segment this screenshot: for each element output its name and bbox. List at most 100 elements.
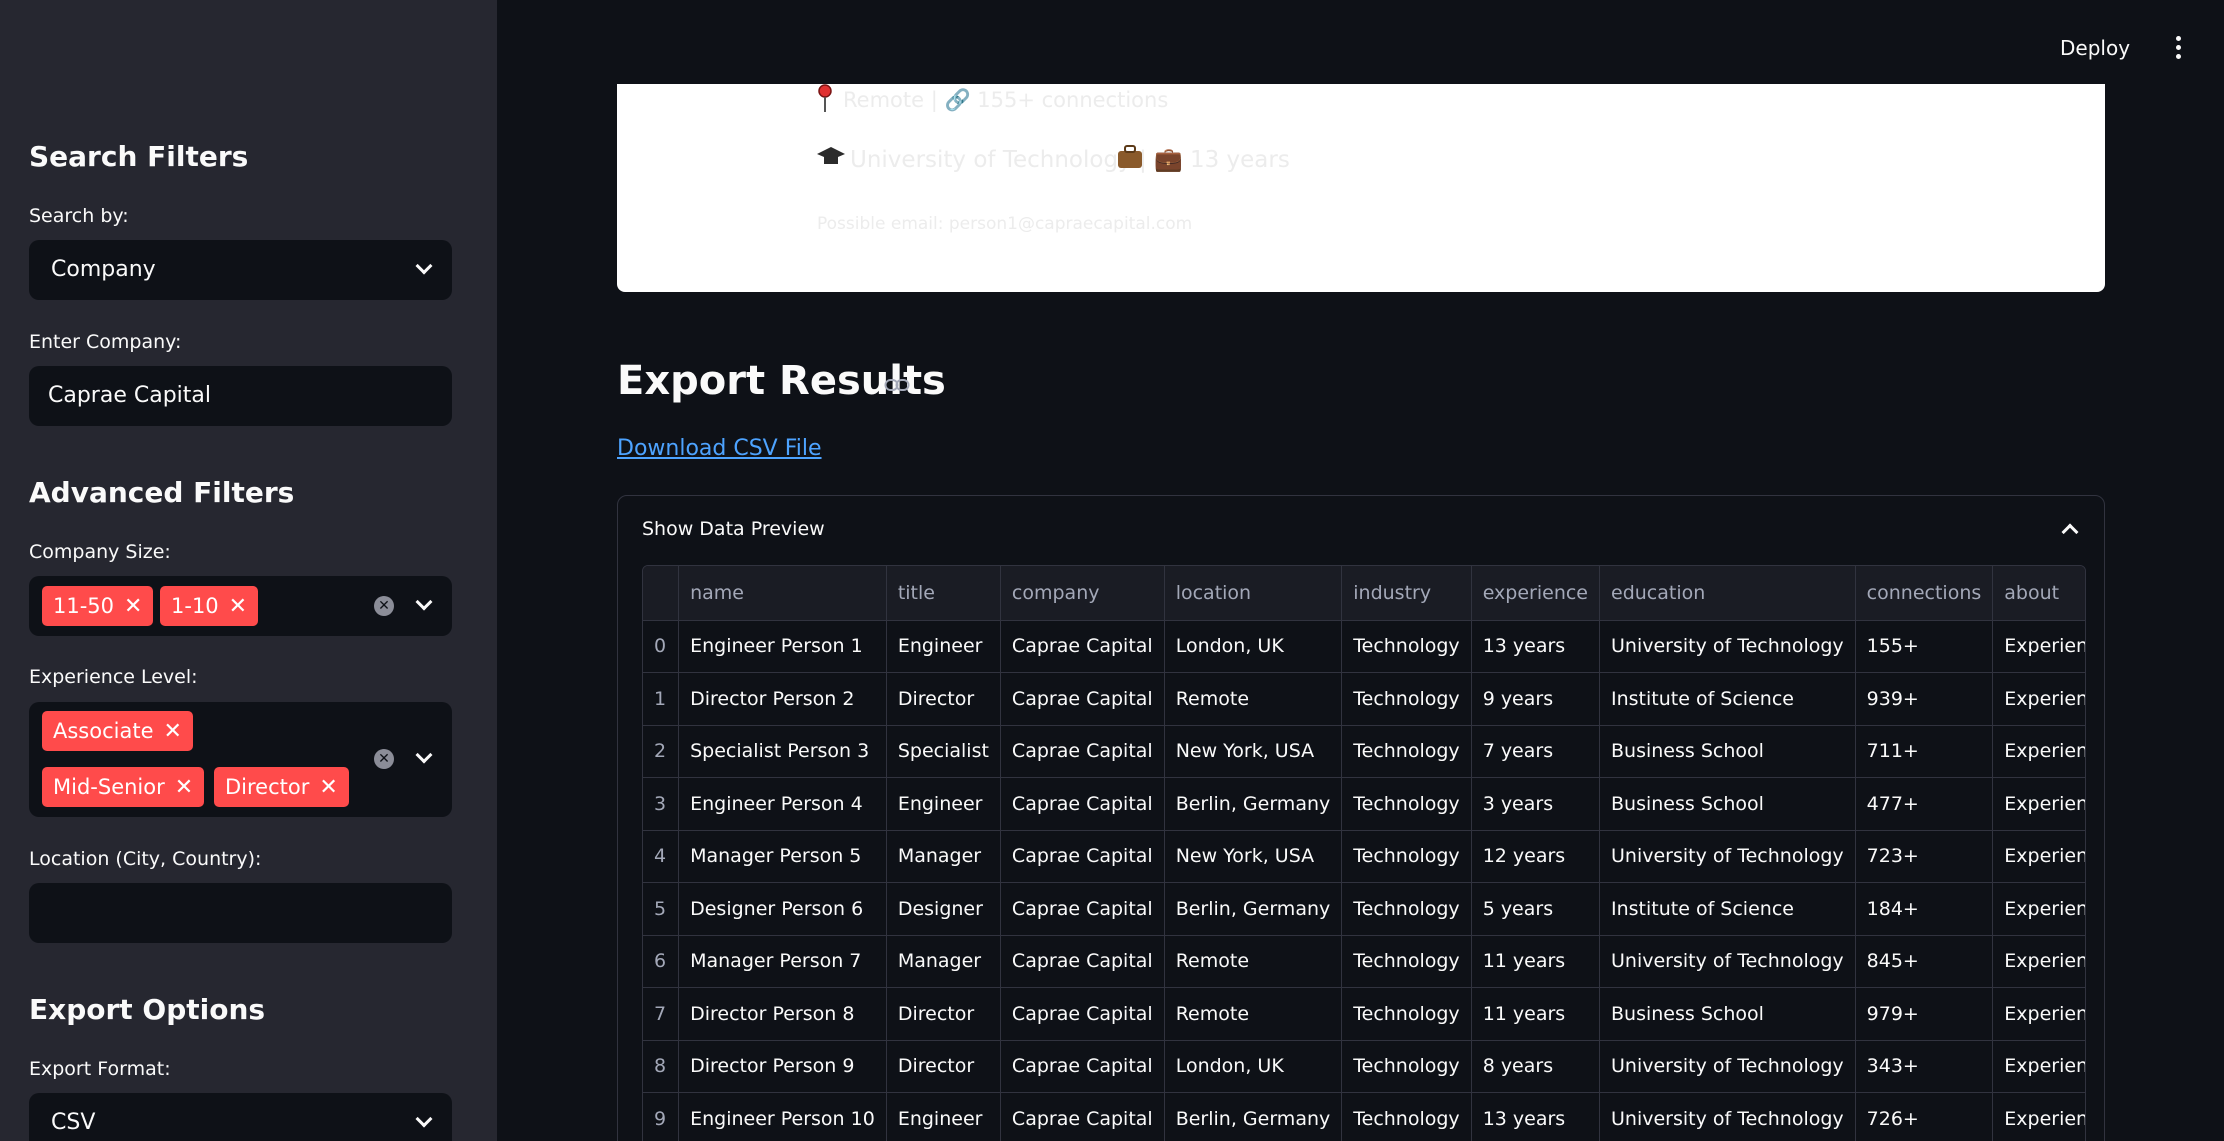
table-cell[interactable]: Business School xyxy=(1599,725,1856,778)
table-cell[interactable]: 184+ xyxy=(1855,882,1994,936)
table-cell[interactable]: Technology xyxy=(1341,1040,1472,1093)
table-cell[interactable]: Manager Person 5 xyxy=(678,830,887,883)
tag-experience-level[interactable]: Associate ✕ xyxy=(42,711,193,751)
table-cell[interactable]: Caprae Capital xyxy=(1000,882,1165,936)
table-cell[interactable]: Technology xyxy=(1341,987,1472,1041)
export-format-select[interactable]: CSV xyxy=(29,1093,452,1141)
row-index[interactable]: 2 xyxy=(643,725,680,778)
table-cell[interactable]: Caprae Capital xyxy=(1000,672,1165,726)
row-index[interactable]: 6 xyxy=(643,935,680,988)
data-preview-table[interactable]: name title company location industry exp… xyxy=(642,565,2086,1141)
column-header[interactable]: company xyxy=(1000,566,1165,621)
column-header[interactable]: industry xyxy=(1341,566,1472,621)
table-cell[interactable]: London, UK xyxy=(1164,620,1343,673)
table-cell[interactable]: Caprae Capital xyxy=(1000,935,1165,988)
table-cell[interactable]: 12 years xyxy=(1471,830,1601,883)
table-cell[interactable]: Engineer Person 4 xyxy=(678,777,887,831)
table-cell[interactable]: 13 years xyxy=(1471,620,1601,673)
row-index[interactable]: 0 xyxy=(643,620,680,673)
table-row[interactable]: 4 Manager Person 5 Manager Caprae Capital Ne… xyxy=(643,830,2085,883)
table-cell[interactable]: Technology xyxy=(1341,830,1472,883)
close-icon[interactable]: ✕ xyxy=(229,594,247,619)
table-cell[interactable]: 939+ xyxy=(1855,672,1994,726)
table-cell[interactable]: Business School xyxy=(1599,777,1856,831)
column-header[interactable]: location xyxy=(1164,566,1343,621)
chevron-down-icon[interactable] xyxy=(415,593,433,611)
tag-experience-level[interactable]: Mid-Senior ✕ xyxy=(42,767,205,807)
row-index[interactable]: 9 xyxy=(643,1092,680,1141)
table-cell[interactable]: 477+ xyxy=(1855,777,1994,831)
column-header[interactable]: title xyxy=(886,566,1001,621)
company-size-multiselect[interactable]: 11-50 ✕ 1-10 ✕ ✕ xyxy=(29,576,452,636)
table-cell[interactable]: 9 years xyxy=(1471,672,1601,726)
column-header[interactable]: experience xyxy=(1471,566,1601,621)
table-cell[interactable]: Caprae Capital xyxy=(1000,777,1165,831)
row-index[interactable]: 1 xyxy=(643,672,680,726)
table-cell[interactable]: Berlin, Germany xyxy=(1164,882,1343,936)
table-cell[interactable]: Specialist Person 3 xyxy=(678,725,887,778)
table-cell[interactable]: Caprae Capital xyxy=(1000,1092,1165,1141)
table-cell[interactable]: Berlin, Germany xyxy=(1164,1092,1343,1141)
location-input[interactable] xyxy=(29,883,452,943)
table-cell[interactable]: 845+ xyxy=(1855,935,1994,988)
table-cell[interactable]: Experienced xyxy=(1992,672,2085,726)
deploy-button[interactable]: Deploy xyxy=(2060,0,2155,96)
table-cell[interactable]: Caprae Capital xyxy=(1000,830,1165,883)
table-cell[interactable]: London, UK xyxy=(1164,1040,1343,1093)
search-by-select[interactable]: Company xyxy=(29,240,452,300)
table-cell[interactable]: Caprae Capital xyxy=(1000,725,1165,778)
column-header[interactable]: name xyxy=(678,566,887,621)
table-cell[interactable]: Director xyxy=(886,1040,1001,1093)
table-cell[interactable]: Engineer xyxy=(886,620,1001,673)
table-cell[interactable]: New York, USA xyxy=(1164,830,1343,883)
table-cell[interactable]: 979+ xyxy=(1855,987,1994,1041)
clear-all-icon[interactable]: ✕ xyxy=(374,749,394,769)
table-cell[interactable]: Caprae Capital xyxy=(1000,620,1165,673)
table-row[interactable]: 3 Engineer Person 4 Engineer Caprae Capital… xyxy=(643,777,2085,831)
row-index[interactable]: 4 xyxy=(643,830,680,883)
table-row[interactable]: 8 Director Person 9 Director Caprae Capital… xyxy=(643,1040,2085,1093)
column-header[interactable]: about xyxy=(1992,566,2085,621)
table-row[interactable]: 0 Engineer Person 1 Engineer Caprae Capital… xyxy=(643,620,2085,673)
table-cell[interactable]: Experienced xyxy=(1992,1092,2085,1141)
table-cell[interactable]: University of Technology xyxy=(1599,830,1856,883)
row-index[interactable]: 5 xyxy=(643,882,680,936)
table-cell[interactable]: 343+ xyxy=(1855,1040,1994,1093)
chevron-down-icon[interactable] xyxy=(415,746,433,764)
tag-company-size[interactable]: 11-50 ✕ xyxy=(42,586,154,626)
table-cell[interactable]: Experienced xyxy=(1992,777,2085,831)
table-cell[interactable]: Caprae Capital xyxy=(1000,1040,1165,1093)
table-cell[interactable]: Designer Person 6 xyxy=(678,882,887,936)
table-row[interactable]: 6 Manager Person 7 Manager Caprae Capital Re… xyxy=(643,935,2085,988)
table-cell[interactable]: University of Technology xyxy=(1599,1092,1856,1141)
clear-all-icon[interactable]: ✕ xyxy=(374,596,394,616)
table-cell[interactable]: Engineer xyxy=(886,1092,1001,1141)
table-cell[interactable]: University of Technology xyxy=(1599,620,1856,673)
table-cell[interactable]: Technology xyxy=(1341,1092,1472,1141)
table-cell[interactable]: Specialist xyxy=(886,725,1001,778)
table-row[interactable]: 2 Specialist Person 3 Specialist Caprae Cap… xyxy=(643,725,2085,778)
close-icon[interactable]: ✕ xyxy=(175,775,193,800)
table-cell[interactable]: Technology xyxy=(1341,620,1472,673)
table-cell[interactable]: Remote xyxy=(1164,672,1343,726)
row-index[interactable]: 3 xyxy=(643,777,680,831)
tag-company-size[interactable]: 1-10 ✕ xyxy=(160,586,259,626)
table-cell[interactable]: 5 years xyxy=(1471,882,1601,936)
download-csv-link[interactable]: Download CSV File xyxy=(617,436,822,461)
close-icon[interactable]: ✕ xyxy=(319,775,337,800)
table-cell[interactable]: Manager Person 7 xyxy=(678,935,887,988)
company-input[interactable]: Caprae Capital xyxy=(29,366,452,426)
row-index[interactable]: 7 xyxy=(643,987,680,1041)
table-row[interactable]: 7 Director Person 8 Director Caprae Capital… xyxy=(643,987,2085,1041)
table-cell[interactable]: Manager xyxy=(886,830,1001,883)
table-cell[interactable]: Remote xyxy=(1164,987,1343,1041)
close-icon[interactable]: ✕ xyxy=(124,594,142,619)
table-cell[interactable]: Engineer Person 10 xyxy=(678,1092,887,1141)
table-cell[interactable]: Business School xyxy=(1599,987,1856,1041)
table-cell[interactable]: Caprae Capital xyxy=(1000,987,1165,1041)
table-cell[interactable]: Berlin, Germany xyxy=(1164,777,1343,831)
table-cell[interactable]: University of Technology xyxy=(1599,1040,1856,1093)
data-preview-toggle[interactable]: Show Data Preview xyxy=(642,518,825,540)
table-cell[interactable]: 3 years xyxy=(1471,777,1601,831)
table-cell[interactable]: 7 years xyxy=(1471,725,1601,778)
